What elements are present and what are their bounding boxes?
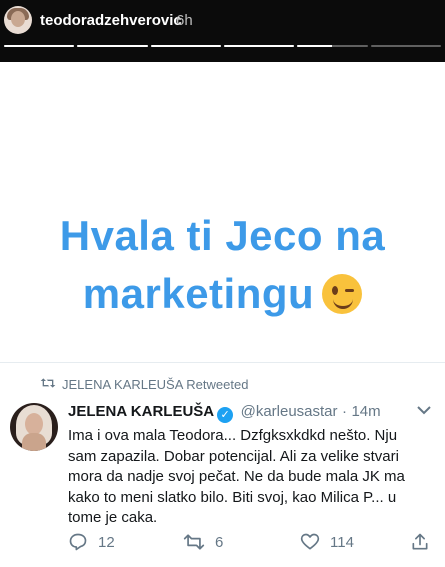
avatar-face <box>25 413 43 435</box>
reply-icon <box>69 533 87 551</box>
tweet-author-avatar[interactable] <box>10 403 58 451</box>
story-canvas: Hvala ti Jeco na marketingu <box>0 62 445 362</box>
story-header: teodoradzehverovic 6h <box>0 0 445 62</box>
tweet-author-row: JELENA KARLEUŠA ✓ @karleusastar · 14m <box>68 403 438 423</box>
story-username[interactable]: teodoradzehverovic <box>40 12 182 29</box>
caption-line-2: marketingu <box>82 270 315 317</box>
story-time: 6h <box>176 12 193 29</box>
story-progress-fill <box>297 45 333 47</box>
retweet-label: JELENA KARLEUŠA Retweeted <box>62 377 249 392</box>
retweet-indicator: JELENA KARLEUŠA Retweeted <box>40 377 248 392</box>
avatar-body <box>22 433 46 451</box>
tweet-card: JELENA KARLEUŠA Retweeted JELENA KARLEUŠ… <box>0 362 445 567</box>
retweet-icon <box>183 534 205 550</box>
tweet-separator-dot: · <box>341 403 347 420</box>
story-progress-bar <box>4 45 441 47</box>
reply-button[interactable]: 12 <box>68 531 115 553</box>
share-button[interactable] <box>410 531 440 553</box>
share-icon <box>412 533 428 550</box>
story-progress-segment <box>223 45 295 47</box>
story-progress-segment <box>77 45 148 47</box>
story-progress-fill <box>77 45 148 47</box>
retweet-count: 6 <box>215 533 224 551</box>
tweet-author-name[interactable]: JELENA KARLEUŠA <box>68 403 214 420</box>
tweet-actions: 12 6 114 <box>68 531 438 553</box>
chevron-down-icon[interactable] <box>417 403 431 419</box>
story-progress-fill <box>4 45 75 47</box>
tweet-time[interactable]: 14m <box>351 403 380 420</box>
story-progress-fill <box>223 45 295 47</box>
story-progress-segment <box>4 45 75 47</box>
reply-count: 12 <box>98 533 115 551</box>
like-count: 114 <box>330 533 354 551</box>
like-button[interactable]: 114 <box>300 531 354 553</box>
tweet-author-handle[interactable]: @karleusastar <box>241 403 338 420</box>
story-progress-segment <box>297 45 368 47</box>
story-progress-fill <box>150 45 221 47</box>
story-caption: Hvala ti Jeco na marketingu <box>0 207 445 323</box>
avatar-face <box>11 11 25 27</box>
caption-line-2-wrap: marketingu <box>0 265 445 323</box>
story-progress-segment <box>370 45 441 47</box>
story-avatar[interactable] <box>4 6 32 34</box>
retweet-button[interactable]: 6 <box>183 531 223 553</box>
winking-face-icon <box>322 274 363 314</box>
heart-icon <box>300 533 320 550</box>
retweet-small-icon <box>40 378 56 388</box>
tweet-text: Ima i ova mala Teodora... Dzfgksxkdkd ne… <box>68 427 405 526</box>
story-progress-segment <box>150 45 221 47</box>
caption-line-1: Hvala ti Jeco na <box>59 212 386 259</box>
verified-badge-icon: ✓ <box>217 407 234 423</box>
instagram-story: teodoradzehverovic 6h Hvala ti Jeco na m… <box>0 0 445 567</box>
